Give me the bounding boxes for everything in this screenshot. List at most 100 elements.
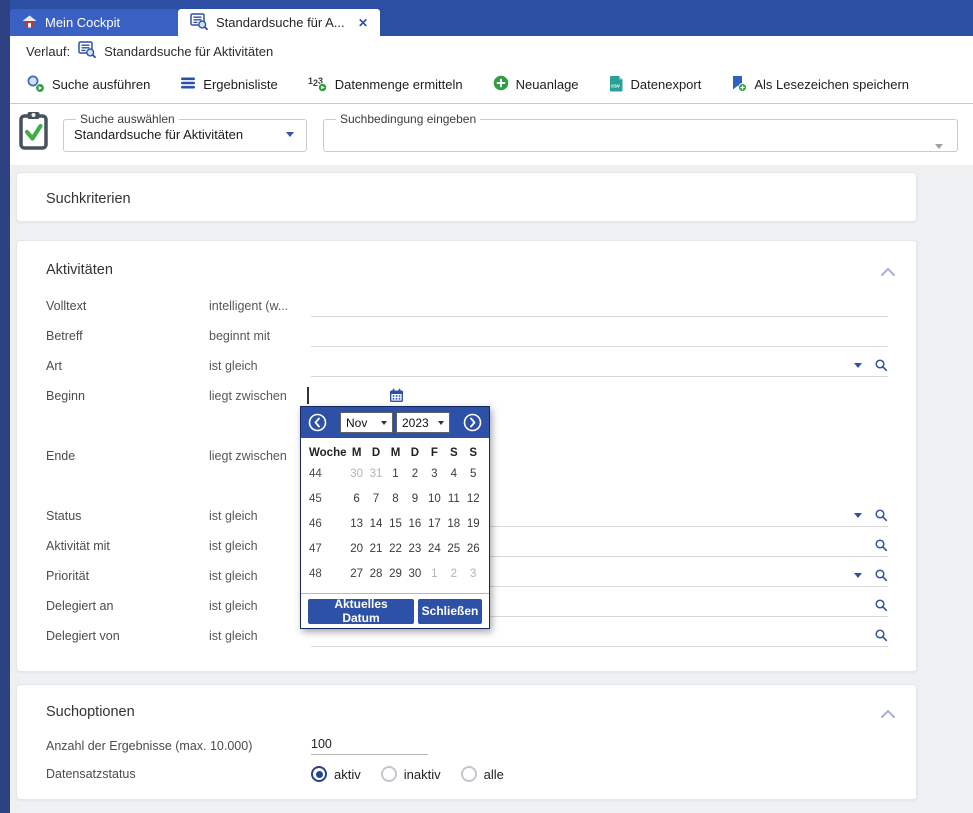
calendar-icon[interactable] [389, 388, 404, 406]
calendar-day[interactable]: 14 [366, 518, 385, 530]
calendar-day[interactable]: 20 [347, 543, 366, 555]
result-list-icon [180, 76, 196, 93]
new-record-button[interactable]: Neuanlage [493, 75, 579, 94]
chevron-down-icon[interactable] [286, 132, 294, 137]
search-select-dropdown[interactable]: Suche auswählen Standardsuche für Aktivi… [63, 112, 307, 152]
operator[interactable]: ist gleich [209, 569, 311, 583]
tab-standardsuche[interactable]: Standardsuche für A... ✕ [178, 9, 380, 36]
search-icon[interactable] [875, 509, 888, 525]
calendar-day[interactable]: 12 [464, 493, 483, 505]
radio-inaktiv[interactable]: inaktiv [381, 766, 441, 782]
calendar-day[interactable]: 29 [386, 568, 405, 580]
results-count-row: Anzahl der Ergebnisse (max. 10.000) 100 [46, 736, 888, 756]
volltext-input[interactable] [311, 296, 888, 317]
betreff-input[interactable] [311, 326, 888, 347]
close-button[interactable]: Schließen [418, 599, 482, 624]
search-condition-field[interactable]: Suchbedingung eingeben [323, 112, 958, 152]
calendar-day[interactable]: 23 [405, 543, 424, 555]
data-export-button[interactable]: csv Datenexport [609, 75, 702, 95]
calendar-day[interactable]: 15 [386, 518, 405, 530]
search-icon[interactable] [875, 569, 888, 585]
search-icon[interactable] [875, 539, 888, 555]
search-icon[interactable] [875, 359, 888, 375]
calendar-day[interactable]: 19 [464, 518, 483, 530]
calendar-day[interactable]: 7 [366, 493, 385, 505]
calendar-day[interactable]: 21 [366, 543, 385, 555]
calendar-day[interactable]: 27 [347, 568, 366, 580]
calendar-day[interactable]: 4 [444, 468, 463, 480]
tab-mein-cockpit[interactable]: Mein Cockpit [10, 9, 178, 36]
calendar-day[interactable]: 26 [464, 543, 483, 555]
calendar-day[interactable]: 28 [366, 568, 385, 580]
calendar-day[interactable]: 3 [464, 568, 483, 580]
operator[interactable]: liegt zwischen [209, 389, 311, 403]
calendar-week-row: 46 13 14 15 16 17 18 19 [301, 511, 489, 536]
calendar-day[interactable]: 9 [405, 493, 424, 505]
prev-month-icon[interactable] [308, 413, 327, 432]
calendar-day[interactable]: 2 [444, 568, 463, 580]
run-search-button[interactable]: Suche ausführen [26, 74, 150, 96]
operator[interactable]: liegt zwischen [209, 449, 311, 463]
next-month-icon[interactable] [463, 413, 482, 432]
chevron-down-icon[interactable] [854, 363, 862, 368]
calendar-day[interactable]: 3 [425, 468, 444, 480]
home-icon [22, 15, 37, 31]
radio-selected-icon[interactable] [311, 766, 327, 782]
operator[interactable]: ist gleich [209, 359, 311, 373]
month-select[interactable]: Nov [340, 412, 393, 433]
search-icon[interactable] [875, 599, 888, 615]
calendar-day[interactable]: 16 [405, 518, 424, 530]
year-select[interactable]: 2023 [396, 412, 450, 433]
calendar-day[interactable]: 11 [444, 493, 463, 505]
art-input[interactable] [311, 356, 888, 377]
calendar-day[interactable]: 5 [464, 468, 483, 480]
calendar-day[interactable]: 31 [366, 468, 385, 480]
calendar-day[interactable]: 18 [444, 518, 463, 530]
calendar-day[interactable]: 24 [425, 543, 444, 555]
calendar-week-row: 47 20 21 22 23 24 25 26 [301, 536, 489, 561]
operator[interactable]: ist gleich [209, 539, 311, 553]
radio-unselected-icon[interactable] [381, 766, 397, 782]
calendar-day[interactable]: 17 [425, 518, 444, 530]
calendar-day[interactable]: 25 [444, 543, 463, 555]
calendar-day[interactable]: 22 [386, 543, 405, 555]
radio-alle[interactable]: alle [461, 766, 504, 782]
radio-unselected-icon[interactable] [461, 766, 477, 782]
calendar-day[interactable]: 30 [347, 468, 366, 480]
calendar-day[interactable]: 2 [405, 468, 424, 480]
calendar-day[interactable]: 10 [425, 493, 444, 505]
beginn-date-input[interactable] [311, 386, 888, 406]
results-count-input[interactable]: 100 [311, 737, 428, 755]
calendar-day[interactable]: 30 [405, 568, 424, 580]
operator[interactable]: beginnt mit [209, 329, 311, 343]
chevron-up-icon[interactable] [880, 264, 896, 282]
calendar-day[interactable]: 1 [425, 568, 444, 580]
result-list-button[interactable]: Ergebnisliste [180, 76, 277, 93]
save-bookmark-button[interactable]: Als Lesezeichen speichern [731, 75, 909, 95]
calendar-day[interactable]: 13 [347, 518, 366, 530]
chevron-up-icon[interactable] [880, 706, 896, 724]
chevron-down-icon[interactable] [854, 573, 862, 578]
operator[interactable]: ist gleich [209, 629, 311, 643]
close-icon[interactable]: ✕ [358, 17, 368, 29]
operator[interactable]: intelligent (w... [209, 299, 311, 313]
search-icon[interactable] [875, 629, 888, 645]
calendar-day[interactable]: 6 [347, 493, 366, 505]
calendar-day[interactable]: 8 [386, 493, 405, 505]
field-row-betreff: Betreff beginnt mit [46, 326, 888, 346]
bookmark-add-icon [731, 75, 747, 95]
operator[interactable]: ist gleich [209, 599, 311, 613]
collapsed-sidebar[interactable] [0, 0, 10, 813]
history-item[interactable]: Standardsuche für Aktivitäten [104, 44, 273, 59]
week-number: 48 [307, 568, 347, 580]
today-button[interactable]: Aktuelles Datum [308, 599, 414, 624]
date-picker-header: Nov 2023 [301, 407, 489, 438]
operator[interactable]: ist gleich [209, 509, 311, 523]
calendar-day[interactable]: 1 [386, 468, 405, 480]
breadcrumb: Verlauf: Standardsuche für Aktivitäten [10, 36, 973, 66]
chevron-down-icon[interactable] [854, 513, 862, 518]
top-tab-bar: Mein Cockpit Standardsuche für A... ✕ [0, 0, 973, 36]
chevron-down-icon[interactable] [935, 144, 943, 149]
count-records-button[interactable]: 1 2 3 Datenmenge ermitteln [308, 75, 463, 95]
radio-aktiv[interactable]: aktiv [311, 766, 361, 782]
